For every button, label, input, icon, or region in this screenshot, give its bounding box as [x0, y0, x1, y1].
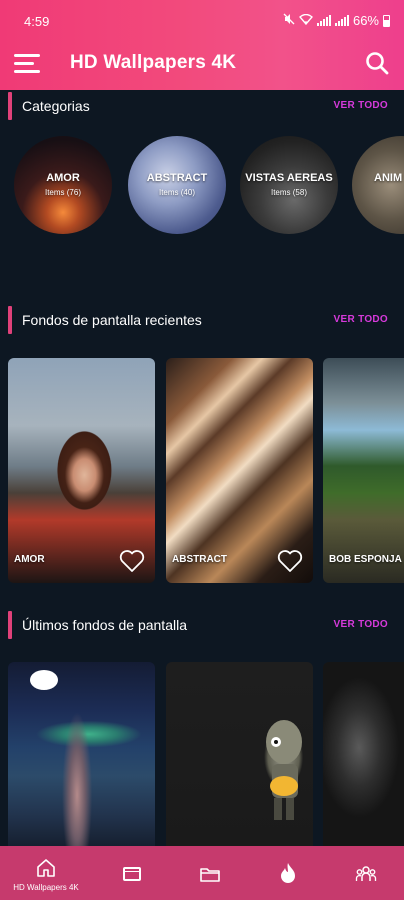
hamburger-menu-button[interactable] — [14, 52, 44, 76]
categories-see-all-link[interactable]: VER TODO — [334, 100, 388, 111]
category-amor[interactable]: AMOR Items (76) — [14, 136, 112, 234]
category-count: Items (76) — [44, 188, 81, 197]
section-accent-bar — [8, 306, 12, 334]
signal-icon-2 — [334, 15, 349, 26]
people-icon — [355, 866, 377, 881]
category-count: Items (58) — [270, 188, 307, 197]
category-abstract[interactable]: ABSTRACT Items (40) — [128, 136, 226, 234]
app-bar: HD Wallpapers 4K — [0, 40, 404, 88]
wallpaper-card[interactable]: BOB ESPONJA — [323, 358, 404, 583]
app-root: 4:59 66% HD Wallpapers 4K Categorias VER… — [0, 0, 404, 900]
app-title: HD Wallpapers 4K — [70, 52, 237, 73]
home-icon — [37, 859, 55, 877]
latest-section-header: Últimos fondos de pantalla VER TODO — [8, 611, 396, 639]
wallpaper-category-label: BOB ESPONJA — [329, 554, 402, 565]
section-accent-bar — [8, 92, 12, 120]
wallpaper-category-label: AMOR — [14, 554, 45, 565]
heart-icon[interactable] — [277, 549, 303, 573]
status-icons: 66% — [283, 13, 390, 28]
moon-image-detail — [30, 670, 58, 690]
bottom-navigation: HD Wallpapers 4K — [0, 846, 404, 900]
wallpaper-card[interactable] — [323, 662, 404, 852]
categories-section-header: Categorias VER TODO — [8, 92, 396, 120]
signal-icon — [316, 15, 331, 26]
nav-gallery[interactable] — [92, 846, 172, 900]
wifi-icon — [298, 13, 313, 28]
nav-home-label: HD Wallpapers 4K — [13, 883, 79, 892]
nav-people[interactable] — [326, 846, 404, 900]
wallpaper-card[interactable]: ABSTRACT — [166, 358, 313, 583]
nav-trending[interactable] — [248, 846, 328, 900]
image-gallery-icon — [123, 867, 141, 881]
category-vistas-aereas[interactable]: VISTAS AEREAS Items (58) — [240, 136, 338, 234]
categories-title: Categorias — [22, 98, 90, 114]
recent-see-all-link[interactable]: VER TODO — [334, 314, 388, 325]
wallpaper-card[interactable] — [166, 662, 313, 852]
nav-home[interactable]: HD Wallpapers 4K — [6, 846, 86, 900]
category-name: AMOR — [46, 172, 80, 184]
recent-title: Fondos de pantalla recientes — [22, 312, 202, 328]
nav-folder[interactable] — [170, 846, 250, 900]
category-name: ABSTRACT — [146, 172, 208, 184]
mute-icon — [283, 13, 295, 28]
folder-icon — [200, 868, 220, 882]
heart-icon[interactable] — [119, 549, 145, 573]
battery-percent: 66% — [352, 13, 379, 28]
wallpaper-card[interactable]: AMOR — [8, 358, 155, 583]
status-bar: 4:59 66% — [0, 0, 404, 40]
category-anim[interactable]: ANIM — [352, 136, 404, 234]
category-name: VISTAS AEREAS — [245, 172, 333, 184]
status-time: 4:59 — [24, 14, 50, 29]
flame-icon — [281, 863, 295, 883]
section-accent-bar — [8, 611, 12, 639]
search-button[interactable] — [364, 50, 390, 76]
battery-icon — [383, 14, 390, 27]
search-icon — [366, 52, 389, 75]
wallpaper-card[interactable] — [8, 662, 155, 852]
alien-figure-illustration — [266, 720, 302, 820]
latest-title: Últimos fondos de pantalla — [22, 617, 187, 633]
recent-section-header: Fondos de pantalla recientes VER TODO — [8, 306, 396, 334]
wallpaper-category-label: ABSTRACT — [172, 554, 227, 565]
top-header: 4:59 66% HD Wallpapers 4K — [0, 0, 404, 90]
category-count: Items (40) — [158, 188, 195, 197]
category-name: ANIM — [374, 172, 403, 184]
latest-see-all-link[interactable]: VER TODO — [334, 619, 388, 630]
